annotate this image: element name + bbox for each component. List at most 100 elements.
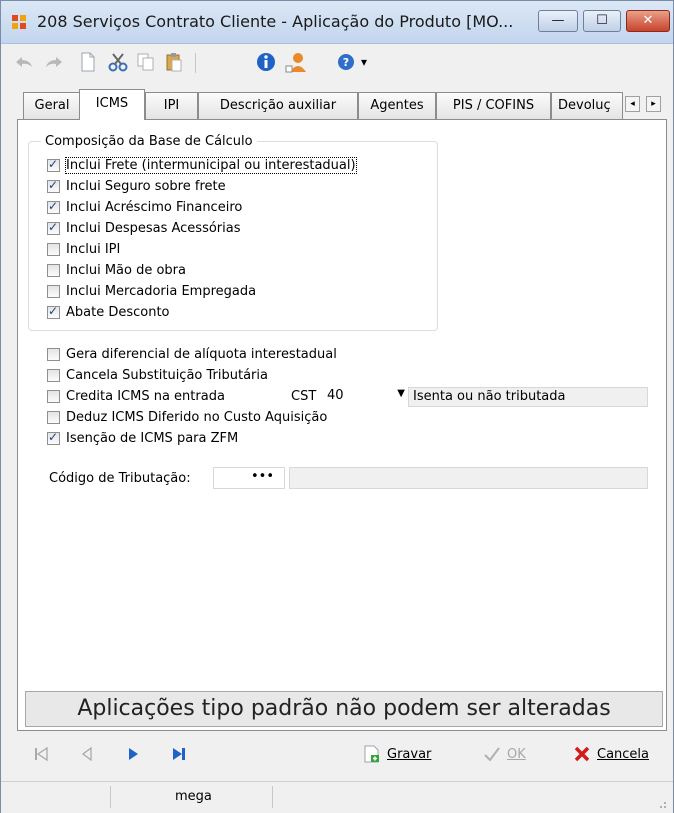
svg-text:?: ? [343, 56, 349, 69]
tab-pis-cofins[interactable]: PIS / COFINS [436, 92, 551, 119]
checkbox-box[interactable] [47, 411, 60, 424]
checkbox-box[interactable] [47, 304, 60, 319]
ok-button-label: OK [507, 746, 526, 762]
ok-button[interactable]: OK [483, 743, 526, 765]
tab-agentes[interactable]: Agentes [358, 92, 436, 119]
copy-icon[interactable] [135, 51, 157, 73]
checkbox-label: Inclui IPI [66, 242, 121, 257]
dropdown-arrow-icon[interactable]: ▼ [397, 388, 405, 399]
help-icon[interactable]: ? [335, 51, 357, 73]
info-icon[interactable] [255, 51, 277, 73]
checkbox-label: Cancela Substituição Tributária [66, 368, 268, 383]
previous-record-icon[interactable] [75, 743, 99, 765]
window-title: 208 Serviços Contrato Cliente - Aplicaçã… [37, 12, 514, 31]
redo-icon[interactable] [43, 51, 65, 73]
checkbox-label: Inclui Mão de obra [66, 263, 186, 278]
cst-description-field: Isenta ou não tributada [408, 387, 648, 407]
checkbox-label: Inclui Seguro sobre frete [66, 179, 226, 194]
checkbox-label: Isenção de ICMS para ZFM [66, 431, 239, 446]
status-cell-empty [1, 786, 111, 808]
paste-icon[interactable] [163, 51, 185, 73]
status-bar: mega [1, 781, 673, 813]
codigo-tributacao-description-field [289, 467, 648, 489]
status-cell-empty [273, 786, 673, 808]
checkbox-box[interactable] [47, 243, 60, 256]
checkbox-box[interactable] [47, 178, 60, 193]
checkbox-inclui-mao-de-obra[interactable]: Inclui Mão de obra [47, 263, 186, 278]
codigo-tributacao-lookup-button[interactable]: ••• [213, 467, 285, 489]
tab-geral[interactable]: Geral [23, 92, 81, 119]
checkbox-box[interactable] [47, 220, 60, 235]
base-calculo-title: Composição da Base de Cálculo [41, 134, 257, 149]
tab-descricao-auxiliar[interactable]: Descrição auxiliar [198, 92, 358, 119]
checkbox-label: Inclui Frete (intermunicipal ou interest… [65, 157, 357, 174]
resize-grip-icon[interactable] [655, 797, 667, 809]
maximize-button[interactable]: ☐ [583, 10, 621, 32]
checkbox-label: Deduz ICMS Diferido no Custo Aquisição [66, 410, 328, 425]
checkbox-label: Inclui Mercadoria Empregada [66, 284, 257, 299]
checkbox-abate-desconto[interactable]: Abate Desconto [47, 304, 170, 320]
checkbox-credita-icms[interactable]: Credita ICMS na entrada [47, 389, 225, 404]
maximize-icon: ☐ [596, 13, 608, 28]
checkbox-label: Abate Desconto [66, 305, 170, 320]
cut-icon[interactable] [107, 51, 129, 73]
checkbox-label: Credita ICMS na entrada [66, 389, 225, 404]
app-icon [12, 15, 26, 29]
checkbox-label: Inclui Despesas Acessórias [66, 221, 241, 236]
checkbox-box[interactable] [47, 285, 60, 298]
toolbar: ? ▾ [1, 45, 673, 79]
checkmark-icon [484, 747, 500, 762]
checkbox-label: Gera diferencial de alíquota interestadu… [66, 347, 337, 362]
save-button[interactable]: Gravar [363, 743, 431, 765]
tab-icms[interactable]: ICMS [79, 89, 145, 120]
checkbox-box[interactable] [47, 390, 60, 403]
new-document-icon[interactable] [77, 51, 99, 73]
first-record-icon[interactable] [29, 743, 53, 765]
checkbox-isencao-zfm[interactable]: Isenção de ICMS para ZFM [47, 430, 239, 446]
save-button-label: Gravar [387, 746, 432, 762]
cancel-icon [574, 746, 590, 762]
checkbox-inclui-frete[interactable]: Inclui Frete (intermunicipal ou interest… [47, 157, 357, 174]
checkbox-box[interactable] [47, 157, 60, 172]
checkbox-inclui-ipi[interactable]: Inclui IPI [47, 242, 120, 257]
cst-value: 40 [327, 388, 344, 403]
cancel-button-label: Cancela [597, 746, 650, 762]
tab-scroll-right-button[interactable]: ▸ [646, 96, 661, 112]
cst-label: CST [291, 389, 317, 404]
cancel-button[interactable]: Cancela [573, 743, 649, 765]
checkbox-gera-diferencial[interactable]: Gera diferencial de alíquota interestadu… [47, 347, 337, 362]
codigo-tributacao-label: Código de Tributação: [49, 471, 191, 486]
checkbox-box[interactable] [47, 430, 60, 445]
close-button[interactable]: ✕ [626, 10, 670, 32]
status-message: Aplicações tipo padrão não podem ser alt… [25, 691, 663, 727]
help-dropdown-icon[interactable]: ▾ [357, 51, 371, 73]
title-bar[interactable]: 208 Serviços Contrato Cliente - Aplicaçã… [1, 1, 673, 44]
next-record-icon[interactable] [121, 743, 145, 765]
undo-icon[interactable] [13, 51, 35, 73]
checkbox-label: Inclui Acréscimo Financeiro [66, 200, 243, 215]
cst-dropdown[interactable]: 40 ▼ [323, 387, 408, 406]
tab-ipi[interactable]: IPI [145, 92, 198, 119]
checkbox-box[interactable] [47, 199, 60, 214]
checkbox-box[interactable] [47, 369, 60, 382]
checkbox-box[interactable] [47, 264, 60, 277]
minimize-icon: — [551, 13, 565, 28]
checkbox-deduz-icms[interactable]: Deduz ICMS Diferido no Custo Aquisição [47, 410, 327, 425]
checkbox-box[interactable] [47, 348, 60, 361]
user-lookup-icon[interactable] [285, 51, 307, 73]
navigation-bar: Gravar OK Cancela [1, 735, 673, 775]
checkbox-inclui-mercadoria[interactable]: Inclui Mercadoria Empregada [47, 284, 256, 299]
checkbox-inclui-seguro[interactable]: Inclui Seguro sobre frete [47, 178, 226, 194]
last-record-icon[interactable] [167, 743, 191, 765]
application-window: 208 Serviços Contrato Cliente - Aplicaçã… [0, 0, 674, 813]
close-icon: ✕ [642, 13, 654, 28]
save-icon [364, 745, 379, 763]
checkbox-cancela-substituicao[interactable]: Cancela Substituição Tributária [47, 368, 268, 383]
status-user: mega [111, 786, 273, 808]
tab-devolucao[interactable]: Devoluç [551, 92, 623, 119]
toolbar-separator [195, 53, 196, 73]
tab-scroll-left-button[interactable]: ◂ [625, 96, 640, 112]
checkbox-inclui-acrescimo[interactable]: Inclui Acréscimo Financeiro [47, 199, 243, 215]
checkbox-inclui-despesas[interactable]: Inclui Despesas Acessórias [47, 220, 241, 236]
minimize-button[interactable]: — [538, 10, 578, 32]
